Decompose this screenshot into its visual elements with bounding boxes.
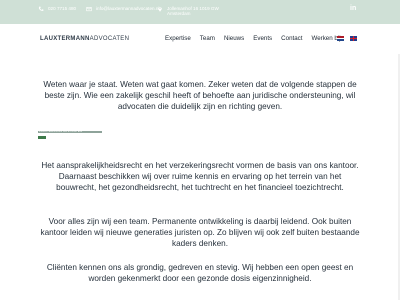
- address: Jollemanhof 16 1019 GW Amsterdam: [167, 6, 219, 16]
- intro-paragraph: Weten waar je staat. Weten wat gaat kome…: [43, 80, 357, 112]
- mail-icon: [86, 7, 92, 12]
- nav-item-expertise[interactable]: Expertise: [165, 35, 191, 42]
- site-logo[interactable]: LAUXTERMANNADVOCATEN: [40, 36, 129, 42]
- top-contact-bar: 020 7715 480 info@lauxtermannadvocaten.n…: [0, 0, 400, 24]
- location-pin-icon: [158, 7, 162, 12]
- clients-paragraph: Cliënten kennen ons als grondig, gedreve…: [46, 263, 354, 284]
- signature-logo: LAUXTERMANN ADVOCATEN: [38, 129, 102, 142]
- flag-uk-icon[interactable]: [350, 36, 357, 41]
- phone-number: 020 7715 480: [48, 6, 77, 11]
- phone-icon: [38, 6, 44, 11]
- signature-accent-bar: [38, 136, 46, 139]
- email-link[interactable]: info@lauxtermannadvocaten.nl: [86, 6, 159, 12]
- nav-item-nieuws[interactable]: Nieuws: [224, 35, 244, 42]
- address-link[interactable]: Jollemanhof 16 1019 GW Amsterdam: [157, 6, 219, 16]
- flag-nl-icon[interactable]: [337, 36, 344, 41]
- nav-item-events[interactable]: Events: [253, 35, 272, 42]
- expertise-paragraph: Het aansprakelijkheidsrecht en het verze…: [41, 161, 359, 193]
- address-line-2: Amsterdam: [167, 11, 191, 16]
- nav-item-team[interactable]: Team: [200, 35, 215, 42]
- team-paragraph: Voor alles zijn wij een team. Permanente…: [40, 217, 360, 249]
- phone-link[interactable]: 020 7715 480: [38, 6, 76, 12]
- email-address: info@lauxtermannadvocaten.nl: [96, 6, 160, 11]
- nav-item-contact[interactable]: Contact: [281, 35, 302, 42]
- linkedin-icon[interactable]: in: [350, 5, 357, 13]
- site-header: LAUXTERMANNADVOCATEN Expertise Team Nieu…: [0, 24, 400, 54]
- logo-part-1: LAUXTERMANN: [40, 36, 90, 42]
- main-nav: Expertise Team Nieuws Events Contact Wer…: [165, 35, 350, 42]
- signature-text: LAUXTERMANN ADVOCATEN: [39, 129, 83, 133]
- logo-part-2: ADVOCATEN: [89, 36, 130, 42]
